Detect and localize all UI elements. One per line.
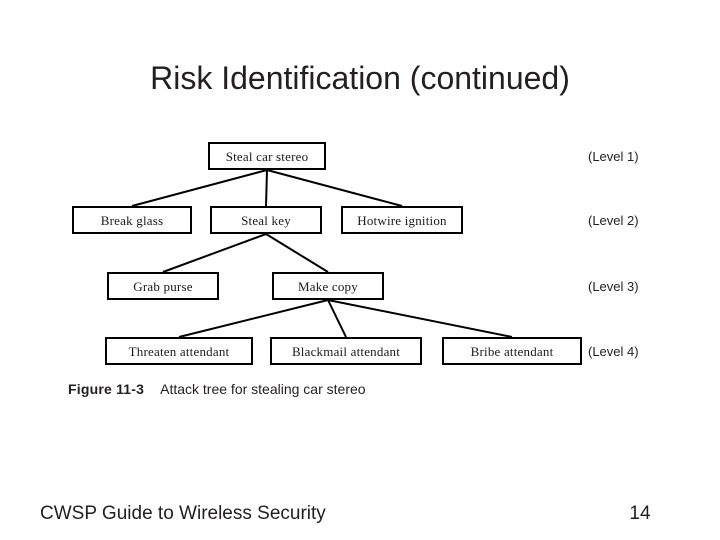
level-label-1: (Level 1): [588, 149, 639, 164]
tree-node-label: Threaten attendant: [128, 343, 230, 359]
tree-node-bribe-attendant[interactable]: Bribe attendant: [442, 337, 582, 365]
figure-caption: Figure 11-3 Attack tree for stealing car …: [68, 381, 366, 397]
footer-source: CWSP Guide to Wireless Security: [40, 503, 326, 524]
slide-canvas: Risk Identification (continued) Steal ca…: [0, 0, 720, 540]
tree-node-label: Grab purse: [133, 278, 193, 294]
page-title: Risk Identification (continued): [150, 60, 570, 96]
tree-node-label: Blackmail attendant: [291, 343, 401, 359]
tree-node-break-glass[interactable]: Break glass: [72, 206, 192, 234]
tree-node-label: Hotwire ignition: [357, 212, 447, 228]
tree-edge-steal-car-stereo-to-steal-key: [265, 169, 268, 207]
figure-caption-number: Figure 11-3: [68, 381, 145, 397]
level-label-2: (Level 2): [588, 213, 639, 228]
tree-node-blackmail-attendant[interactable]: Blackmail attendant: [270, 337, 422, 365]
tree-edge-make-copy-to-threaten-attendant: [178, 299, 329, 338]
tree-node-label: Make copy: [298, 278, 358, 294]
tree-node-steal-key[interactable]: Steal key: [210, 206, 322, 234]
tree-edge-steal-car-stereo-to-hotwire-ignition: [266, 169, 403, 207]
tree-node-steal-car-stereo[interactable]: Steal car stereo: [208, 142, 326, 170]
attack-tree-figure: Steal car stereo Break glass Steal key Hotw…: [0, 120, 720, 410]
figure-caption-text: Attack tree for stealing car stereo: [160, 381, 366, 397]
tree-edge-steal-car-stereo-to-break-glass: [131, 169, 268, 207]
tree-edge-make-copy-to-blackmail-attendant: [327, 299, 347, 338]
level-label-3: (Level 3): [588, 279, 639, 294]
tree-node-grab-purse[interactable]: Grab purse: [107, 272, 219, 300]
tree-node-make-copy[interactable]: Make copy: [272, 272, 384, 300]
tree-edge-make-copy-to-bribe-attendant: [327, 299, 513, 338]
level-label-4: (Level 4): [588, 344, 639, 359]
tree-node-threaten-attendant[interactable]: Threaten attendant: [105, 337, 253, 365]
tree-node-label: Steal key: [241, 212, 291, 228]
footer-page-number: 14: [629, 503, 651, 524]
tree-edge-steal-key-to-make-copy: [265, 233, 329, 273]
tree-edge-steal-key-to-grab-purse: [162, 233, 267, 273]
tree-node-label: Steal car stereo: [225, 148, 309, 164]
tree-node-label: Bribe attendant: [470, 343, 554, 359]
tree-node-hotwire-ignition[interactable]: Hotwire ignition: [341, 206, 463, 234]
tree-node-label: Break glass: [100, 212, 164, 228]
